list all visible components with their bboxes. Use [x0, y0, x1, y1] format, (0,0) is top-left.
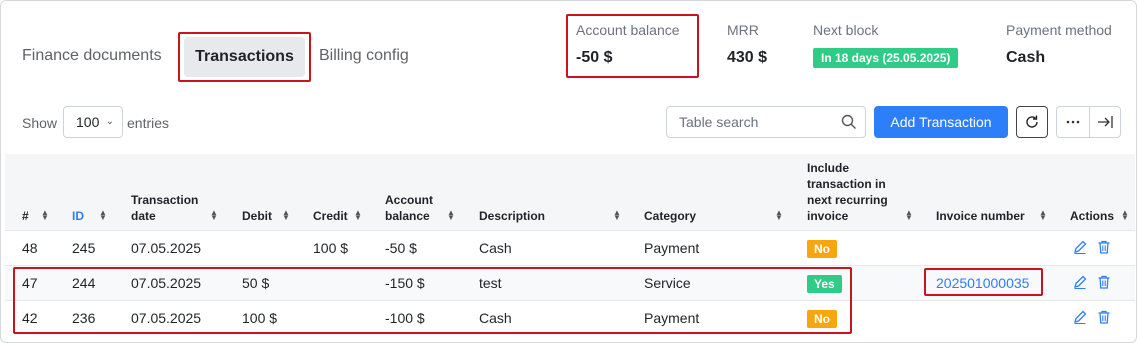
- page-size-select[interactable]: 100 ⌄: [63, 106, 123, 138]
- billing-panel: Finance documents Transactions Billing c…: [0, 0, 1137, 343]
- column-header-category[interactable]: Category: [644, 208, 696, 224]
- edit-icon[interactable]: [1072, 274, 1088, 290]
- sort-icon[interactable]: ▲ ▼: [1121, 209, 1129, 222]
- search-icon: [841, 114, 856, 129]
- tab-billing-config[interactable]: Billing config: [319, 47, 409, 65]
- column-header-debit[interactable]: Debit: [242, 208, 272, 224]
- highlight-transactions-tab: [178, 32, 311, 82]
- sort-icon[interactable]: ▲ ▼: [210, 209, 218, 222]
- column-header-include-recurring[interactable]: Include transaction in next recurring in…: [807, 160, 902, 224]
- entries-label: entries: [127, 115, 170, 131]
- cell-description: Cash: [479, 240, 512, 256]
- show-label: Show: [22, 115, 58, 131]
- sort-icon[interactable]: ▲ ▼: [905, 209, 913, 222]
- mrr-value: 430 $: [727, 49, 768, 66]
- trash-icon[interactable]: [1096, 274, 1112, 290]
- column-header-account-balance[interactable]: Account balance: [385, 192, 445, 224]
- chevron-down-icon: ⌄: [105, 116, 114, 127]
- sort-icon[interactable]: ▲ ▼: [613, 209, 621, 222]
- column-header-actions: Actions: [1070, 209, 1115, 223]
- cell-date: 07.05.2025: [131, 240, 202, 256]
- highlight-account-balance: [566, 14, 699, 78]
- trash-icon[interactable]: [1096, 239, 1112, 255]
- sort-icon[interactable]: ▲ ▼: [447, 209, 455, 222]
- cell-num: 48: [22, 240, 38, 256]
- cell-id: 245: [72, 240, 96, 256]
- edit-icon[interactable]: [1072, 239, 1088, 255]
- cell-credit: 100 $: [313, 240, 349, 256]
- cell-category: Payment: [644, 240, 700, 256]
- trash-icon[interactable]: [1096, 309, 1112, 325]
- more-options-button[interactable]: [1056, 106, 1090, 138]
- include-badge: No: [807, 240, 837, 258]
- highlight-invoice-number: [924, 268, 1043, 296]
- more-dots-icon: [1066, 120, 1080, 124]
- payment-method-label: Payment method: [1006, 22, 1112, 38]
- edit-icon[interactable]: [1072, 309, 1088, 325]
- refresh-icon: [1026, 115, 1038, 128]
- column-header-num[interactable]: #: [22, 208, 29, 224]
- refresh-button[interactable]: [1016, 106, 1048, 138]
- search-placeholder: Table search: [679, 114, 759, 130]
- sort-icon[interactable]: ▲ ▼: [99, 209, 107, 222]
- table-search-input[interactable]: Table search: [666, 106, 866, 138]
- sort-icon[interactable]: ▲ ▼: [282, 209, 290, 222]
- column-header-id[interactable]: ID: [72, 208, 84, 224]
- column-header-invoice-number[interactable]: Invoice number: [936, 208, 1025, 224]
- sort-icon[interactable]: ▲ ▼: [41, 209, 49, 222]
- sort-icon[interactable]: ▲ ▼: [354, 209, 362, 222]
- highlight-rows-47-42: [13, 267, 852, 334]
- table-row: 48 245 07.05.2025 100 $ -50 $ Cash Payme…: [5, 230, 1135, 265]
- column-header-description[interactable]: Description: [479, 208, 545, 224]
- cell-balance: -50 $: [385, 240, 417, 256]
- export-button[interactable]: [1089, 106, 1121, 138]
- next-block-badge: In 18 days (25.05.2025): [813, 48, 959, 68]
- mrr-label: MRR: [727, 22, 759, 38]
- next-block-label: Next block: [813, 22, 879, 38]
- sort-icon[interactable]: ▲ ▼: [775, 209, 783, 222]
- add-transaction-button[interactable]: Add Transaction: [874, 106, 1008, 138]
- column-header-credit[interactable]: Credit: [313, 208, 348, 224]
- arrow-right-bar-icon: [1098, 116, 1113, 128]
- column-header-transaction-date[interactable]: Transaction date: [131, 192, 211, 224]
- sort-icon[interactable]: ▲ ▼: [1039, 209, 1047, 222]
- tab-finance-documents[interactable]: Finance documents: [22, 47, 162, 65]
- payment-method-value: Cash: [1006, 49, 1046, 66]
- page-size-value: 100: [76, 114, 100, 130]
